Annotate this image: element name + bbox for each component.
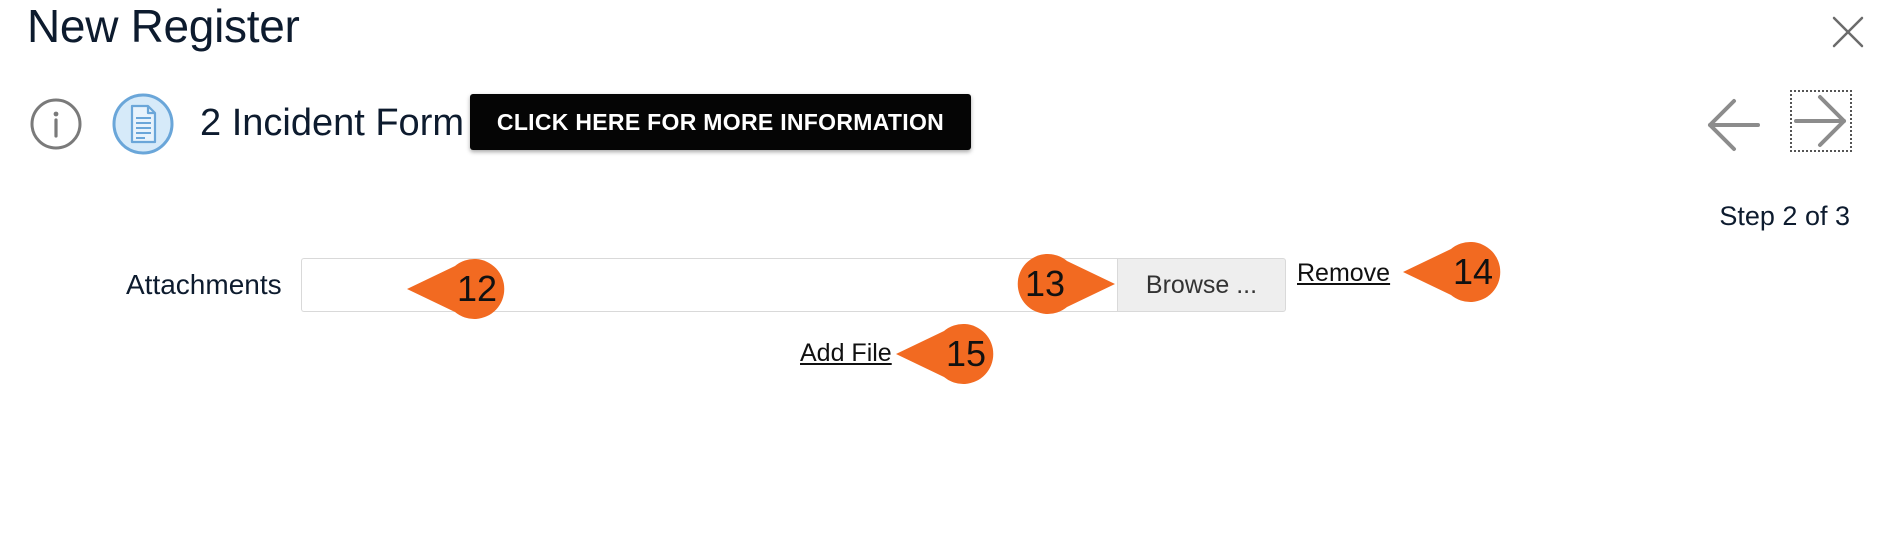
close-icon[interactable] (1828, 12, 1868, 52)
callout-number: 15 (945, 333, 987, 374)
form-title: 2 Incident Form (200, 102, 464, 144)
add-file-link[interactable]: Add File (800, 338, 892, 368)
step-indicator: Step 2 of 3 (1719, 201, 1850, 231)
next-step-arrow-icon[interactable] (1790, 90, 1852, 152)
callout-marker: 13 (1013, 252, 1115, 316)
callout-marker: 12 (407, 257, 509, 321)
browse-button[interactable]: Browse ... (1117, 258, 1286, 312)
remove-link[interactable]: Remove (1297, 258, 1390, 288)
callout-marker: 14 (1403, 240, 1505, 304)
callout-marker: 15 (896, 322, 998, 386)
info-icon[interactable] (29, 97, 83, 151)
form-document-icon (111, 92, 175, 156)
more-information-button[interactable]: CLICK HERE FOR MORE INFORMATION (470, 94, 971, 150)
previous-step-arrow-icon[interactable] (1704, 97, 1762, 153)
callout-number: 12 (456, 268, 498, 309)
attachments-label: Attachments (126, 269, 282, 300)
callout-number: 14 (1452, 251, 1494, 292)
page-title: New Register (27, 0, 300, 52)
callout-number: 13 (1024, 263, 1066, 304)
new-register-dialog: New Register 2 Incident Form CLICK HERE … (0, 0, 1886, 542)
